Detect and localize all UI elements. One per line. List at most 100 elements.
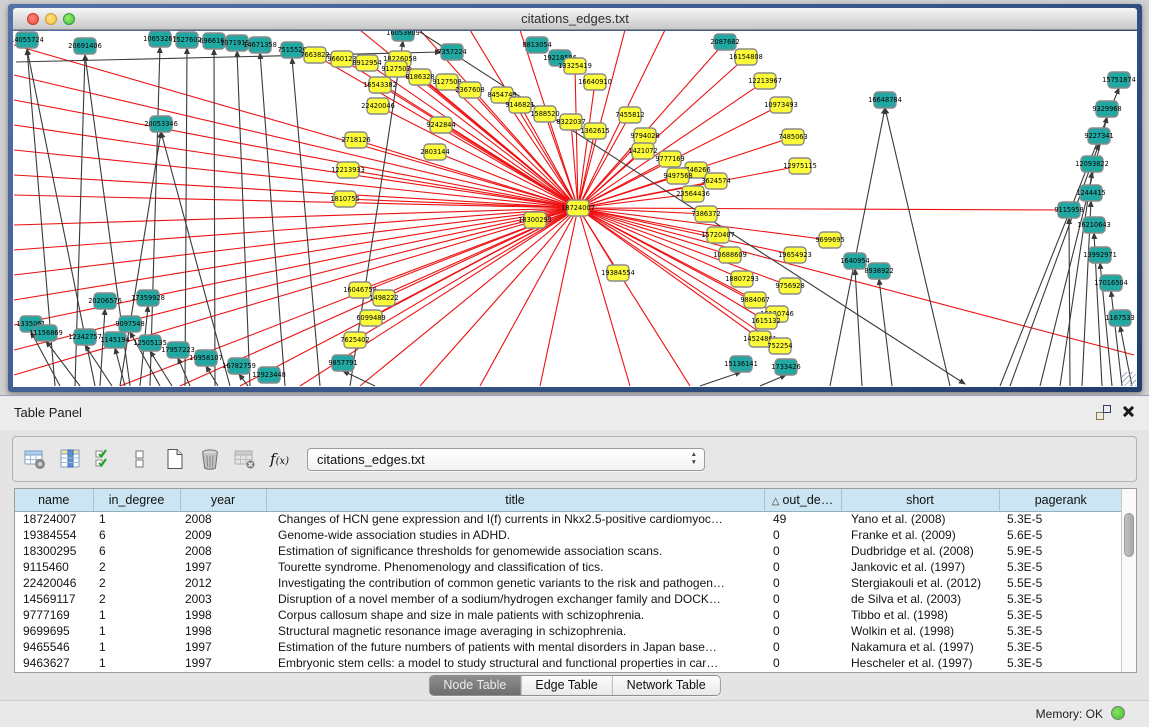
network-node[interactable]: 2087682 bbox=[710, 34, 739, 50]
table-cell[interactable]: Tibbo et al. (1998) bbox=[841, 607, 999, 623]
network-edge[interactable] bbox=[14, 208, 578, 225]
network-node[interactable]: 16648784 bbox=[868, 92, 902, 108]
network-node[interactable]: 9227341 bbox=[1084, 128, 1113, 144]
network-canvas[interactable]: 1405572420691406106532671527602696616010… bbox=[13, 31, 1137, 387]
network-node[interactable]: 7386372 bbox=[691, 206, 720, 222]
table-cell[interactable]: 0 bbox=[764, 591, 841, 607]
table-cell[interactable]: 19384554 bbox=[15, 527, 93, 543]
table-select-dropdown[interactable]: citations_edges.txt ▲▼ bbox=[307, 448, 705, 471]
close-panel-icon[interactable] bbox=[1121, 404, 1135, 418]
network-node[interactable]: 9857791 bbox=[328, 355, 357, 371]
table-cell[interactable]: Yano et al. (2008) bbox=[841, 511, 999, 527]
network-edge[interactable] bbox=[214, 49, 215, 386]
table-cell[interactable]: 0 bbox=[764, 543, 841, 559]
column-header-short[interactable]: short bbox=[841, 489, 999, 511]
network-edge[interactable] bbox=[178, 358, 190, 386]
table-cell[interactable]: 0 bbox=[764, 655, 841, 671]
table-cell[interactable]: 2003 bbox=[180, 591, 266, 607]
network-node[interactable]: 1421072 bbox=[628, 143, 657, 159]
table-cell[interactable]: 0 bbox=[764, 527, 841, 543]
table-cell[interactable]: 5.9E-5 bbox=[999, 543, 1122, 559]
table-cell[interactable]: Jankovic et al. (1997) bbox=[841, 559, 999, 575]
table-cell[interactable]: 9463627 bbox=[15, 655, 93, 671]
table-cell[interactable]: 1 bbox=[93, 511, 180, 527]
memory-status-indicator[interactable] bbox=[1111, 706, 1125, 720]
table-cell[interactable]: 9465546 bbox=[15, 639, 93, 655]
network-node[interactable]: 9777169 bbox=[655, 151, 684, 167]
table-cell[interactable]: 2 bbox=[93, 575, 180, 591]
table-row[interactable]: 911546021997Tourette syndrome. Phenomeno… bbox=[15, 559, 1122, 575]
network-node[interactable]: 2718126 bbox=[341, 132, 370, 148]
network-node[interactable]: 1615132 bbox=[751, 313, 780, 329]
table-cell[interactable]: Structural magnetic resonance image aver… bbox=[266, 623, 764, 639]
network-node[interactable]: 16782759 bbox=[222, 358, 256, 374]
table-cell[interactable]: 0 bbox=[764, 623, 841, 639]
deselect-all-icon[interactable] bbox=[127, 446, 153, 472]
table-row[interactable]: 1456911722003Disruption of a novel membe… bbox=[15, 591, 1122, 607]
network-edge[interactable] bbox=[700, 372, 741, 386]
table-row[interactable]: 969969511998Structural magnetic resonanc… bbox=[15, 623, 1122, 639]
table-cell[interactable]: 1998 bbox=[180, 607, 266, 623]
network-edge[interactable] bbox=[396, 69, 578, 208]
table-cell[interactable]: 2 bbox=[93, 591, 180, 607]
table-cell[interactable]: 49 bbox=[764, 511, 841, 527]
table-options-icon[interactable] bbox=[22, 446, 48, 472]
network-node[interactable]: 15751874 bbox=[1102, 72, 1136, 88]
delete-table-icon[interactable] bbox=[232, 446, 258, 472]
network-node[interactable]: 6099489 bbox=[356, 310, 385, 326]
column-header-year[interactable]: year bbox=[180, 489, 266, 511]
window-resize-grip[interactable] bbox=[1122, 372, 1136, 386]
tab-network-table[interactable]: Network Table bbox=[612, 676, 720, 695]
network-node[interactable]: 12093822 bbox=[1075, 156, 1109, 172]
network-node[interactable]: 9329968 bbox=[1092, 101, 1121, 117]
table-row[interactable]: 946362711997Embryonic stem cells: a mode… bbox=[15, 655, 1122, 671]
table-cell[interactable]: 0 bbox=[764, 639, 841, 655]
network-node[interactable]: 1362615 bbox=[580, 123, 609, 139]
network-edge[interactable] bbox=[14, 208, 578, 275]
table-cell[interactable]: Dudbridge et al. (2008) bbox=[841, 543, 999, 559]
table-cell[interactable]: Investigating the contribution of common… bbox=[266, 575, 764, 591]
table-cell[interactable]: Genome-wide association studies in ADHD. bbox=[266, 527, 764, 543]
table-cell[interactable]: Changes of HCN gene expression and I(f) … bbox=[266, 511, 764, 527]
table-cell[interactable]: Disruption of a novel member of a sodium… bbox=[266, 591, 764, 607]
network-node[interactable]: 9242844 bbox=[426, 117, 455, 133]
table-cell[interactable]: 1 bbox=[93, 623, 180, 639]
network-node[interactable]: 8186328 bbox=[405, 69, 434, 85]
table-cell[interactable]: Franke et al. (2009) bbox=[841, 527, 999, 543]
delete-column-icon[interactable] bbox=[197, 446, 223, 472]
network-node[interactable]: 12213967 bbox=[748, 73, 782, 89]
network-node[interactable]: 10688609 bbox=[713, 247, 747, 263]
network-node[interactable]: 9497568 bbox=[663, 168, 692, 184]
table-row[interactable]: 1872400712008Changes of HCN gene express… bbox=[15, 511, 1122, 527]
network-node[interactable]: 9794028 bbox=[630, 128, 659, 144]
table-cell[interactable]: Tourette syndrome. Phenomenology and cla… bbox=[266, 559, 764, 575]
table-cell[interactable]: Estimation of significance thresholds fo… bbox=[266, 543, 764, 559]
network-node[interactable]: 7357224 bbox=[437, 44, 466, 60]
network-node[interactable]: 14055724 bbox=[13, 32, 44, 48]
network-edge[interactable] bbox=[14, 195, 578, 208]
table-cell[interactable]: 6 bbox=[93, 527, 180, 543]
network-edge[interactable] bbox=[885, 108, 950, 386]
tab-edge-table[interactable]: Edge Table bbox=[520, 676, 611, 695]
table-cell[interactable]: 5.5E-5 bbox=[999, 575, 1122, 591]
table-row[interactable]: 1938455462009Genome-wide association stu… bbox=[15, 527, 1122, 543]
network-node[interactable]: 17359928 bbox=[131, 290, 165, 306]
table-cell[interactable]: 18300295 bbox=[15, 543, 93, 559]
table-cell[interactable]: de Silva et al. (2003) bbox=[841, 591, 999, 607]
table-row[interactable]: 1830029562008Estimation of significance … bbox=[15, 543, 1122, 559]
network-node[interactable]: 9699695 bbox=[815, 232, 844, 248]
network-node[interactable]: 19654923 bbox=[778, 247, 812, 263]
network-edge[interactable] bbox=[1069, 218, 1070, 386]
network-node[interactable]: 7625402 bbox=[340, 332, 369, 348]
network-edge[interactable] bbox=[480, 208, 578, 386]
column-header-pagerank[interactable]: pagerank bbox=[999, 489, 1122, 511]
table-cell[interactable]: 2 bbox=[93, 559, 180, 575]
create-column-icon[interactable] bbox=[162, 446, 188, 472]
float-panel-icon[interactable] bbox=[1096, 405, 1111, 420]
table-row[interactable]: 2242004622012Investigating the contribut… bbox=[15, 575, 1122, 591]
network-edge[interactable] bbox=[260, 53, 285, 386]
table-cell[interactable]: 0 bbox=[764, 559, 841, 575]
network-edge[interactable] bbox=[855, 269, 862, 386]
table-cell[interactable]: Wolkin et al. (1998) bbox=[841, 623, 999, 639]
table-cell[interactable]: 5.6E-5 bbox=[999, 527, 1122, 543]
